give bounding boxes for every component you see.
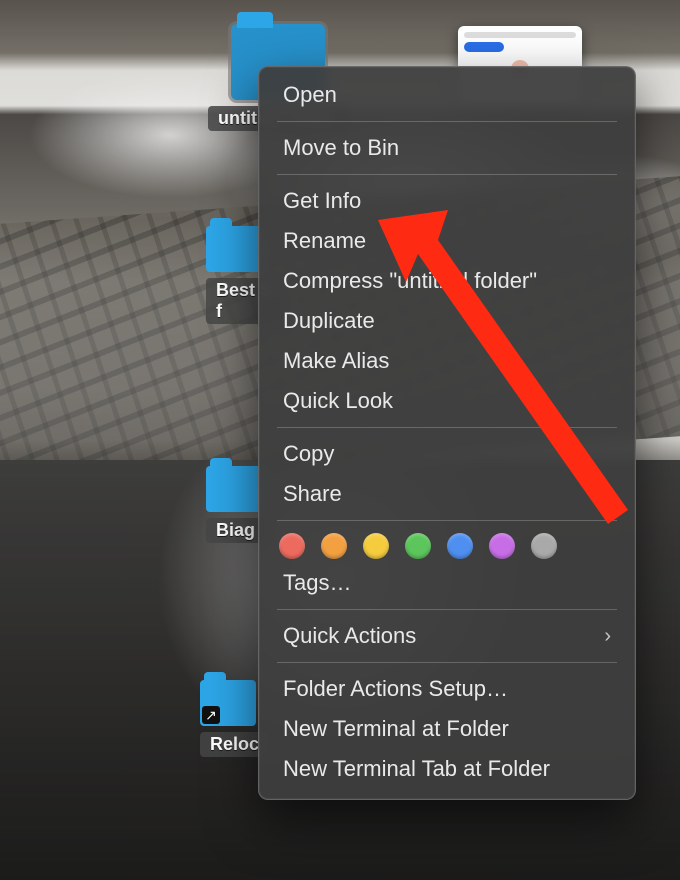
menu-separator — [277, 609, 617, 610]
menu-item-label: Make Alias — [283, 348, 389, 374]
menu-item-label: Tags… — [283, 570, 351, 596]
icon-label-text: Reloc — [210, 734, 259, 754]
menu-item-label: Duplicate — [283, 308, 375, 334]
menu-item-label: Quick Look — [283, 388, 393, 414]
folder-icon — [206, 466, 262, 512]
tag-dot-gray[interactable] — [531, 533, 557, 559]
menu-item-label: Folder Actions Setup… — [283, 676, 508, 702]
chevron-right-icon: › — [604, 625, 611, 648]
icon-label-text: Biag — [216, 520, 255, 540]
menu-item-label: Open — [283, 82, 337, 108]
menu-separator — [277, 427, 617, 428]
menu-item-move-to-bin[interactable]: Move to Bin — [259, 128, 635, 168]
menu-item-folder-actions-setup[interactable]: Folder Actions Setup… — [259, 669, 635, 709]
menu-item-tags[interactable]: Tags… — [259, 563, 635, 603]
context-menu: Open Move to Bin Get Info Rename Compres… — [258, 66, 636, 800]
menu-separator — [277, 520, 617, 521]
menu-item-get-info[interactable]: Get Info — [259, 181, 635, 221]
menu-item-compress[interactable]: Compress "untitled folder" — [259, 261, 635, 301]
tag-dot-orange[interactable] — [321, 533, 347, 559]
menu-separator — [277, 174, 617, 175]
tags-color-row — [259, 527, 635, 563]
folder-icon: ↗ — [200, 680, 256, 726]
tag-dot-purple[interactable] — [489, 533, 515, 559]
menu-item-label: New Terminal Tab at Folder — [283, 756, 550, 782]
menu-item-label: New Terminal at Folder — [283, 716, 509, 742]
thumb-bar — [464, 32, 576, 38]
menu-item-new-terminal-tab-at-folder[interactable]: New Terminal Tab at Folder — [259, 749, 635, 789]
menu-item-copy[interactable]: Copy — [259, 434, 635, 474]
thumb-pill — [464, 42, 504, 52]
menu-item-label: Rename — [283, 228, 366, 254]
menu-item-quick-look[interactable]: Quick Look — [259, 381, 635, 421]
tag-dot-red[interactable] — [279, 533, 305, 559]
menu-item-rename[interactable]: Rename — [259, 221, 635, 261]
menu-item-quick-actions[interactable]: Quick Actions › — [259, 616, 635, 656]
menu-item-open[interactable]: Open — [259, 75, 635, 115]
menu-item-share[interactable]: Share › — [259, 474, 635, 514]
menu-item-label: Move to Bin — [283, 135, 399, 161]
menu-item-make-alias[interactable]: Make Alias — [259, 341, 635, 381]
icon-label: Biag — [206, 518, 265, 543]
menu-item-duplicate[interactable]: Duplicate — [259, 301, 635, 341]
menu-item-label: Get Info — [283, 188, 361, 214]
menu-item-label: Compress "untitled folder" — [283, 268, 537, 294]
menu-item-label: Copy — [283, 441, 334, 467]
tag-dot-yellow[interactable] — [363, 533, 389, 559]
chevron-right-icon: › — [604, 483, 611, 506]
menu-separator — [277, 121, 617, 122]
menu-item-new-terminal-at-folder[interactable]: New Terminal at Folder — [259, 709, 635, 749]
menu-item-label: Share — [283, 481, 342, 507]
alias-badge-icon: ↗ — [202, 706, 220, 724]
icon-label-text-2: f — [216, 301, 222, 321]
tag-dot-blue[interactable] — [447, 533, 473, 559]
menu-item-label: Quick Actions — [283, 623, 416, 649]
folder-icon — [206, 226, 262, 272]
menu-separator — [277, 662, 617, 663]
tag-dot-green[interactable] — [405, 533, 431, 559]
